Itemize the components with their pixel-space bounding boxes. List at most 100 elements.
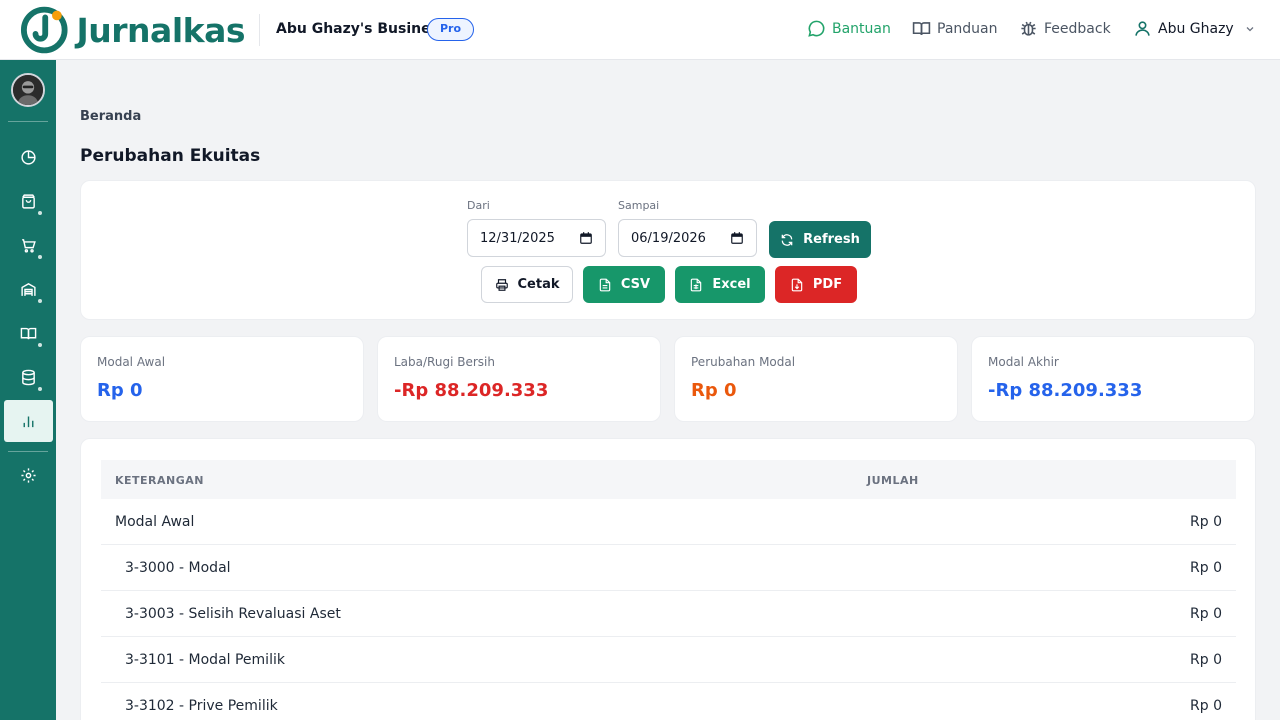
shopping-bag-icon <box>22 193 35 209</box>
refresh-icon <box>781 233 793 246</box>
feedback-link[interactable]: Feedback <box>1019 19 1111 38</box>
stat-card-opening-equity: Modal Awal Rp 0 <box>80 336 364 422</box>
book-icon <box>20 327 37 339</box>
submenu-dot <box>38 211 42 215</box>
stat-card-equity-change: Perubahan Modal Rp 0 <box>674 336 958 422</box>
table-row: 3-3003 - Selisih Revaluasi Aset Rp 0 <box>101 591 1236 637</box>
to-date-input[interactable]: 06/19/2026 <box>618 219 757 257</box>
row-amount: Rp 0 <box>1190 514 1222 530</box>
sidebar-item-master-data[interactable] <box>4 356 53 398</box>
file-text-icon <box>599 278 611 291</box>
logo-mark-icon <box>20 6 68 54</box>
printer-icon <box>495 278 508 291</box>
column-header-amount: JUMLAH <box>867 474 919 487</box>
guide-link[interactable]: Panduan <box>912 19 997 38</box>
from-date-input[interactable]: 12/31/2025 <box>467 219 606 257</box>
gear-icon <box>21 467 36 483</box>
guide-label: Panduan <box>937 20 998 37</box>
file-download-icon <box>791 278 803 291</box>
submenu-dot <box>38 387 42 391</box>
stat-label: Perubahan Modal <box>691 355 796 369</box>
stat-value: Rp 0 <box>691 380 737 401</box>
stat-value: -Rp 88.209.333 <box>988 380 1143 401</box>
row-amount: Rp 0 <box>1190 606 1222 622</box>
avatar-image-icon <box>13 75 43 105</box>
table-row: 3-3000 - Modal Rp 0 <box>101 545 1236 591</box>
sidebar-item-sales[interactable] <box>4 180 53 222</box>
from-date-label: Dari <box>467 199 490 212</box>
table-row: 3-3102 - Prive Pemilik Rp 0 <box>101 683 1236 720</box>
open-book-icon <box>912 22 931 35</box>
table-row: 3-3101 - Modal Pemilik Rp 0 <box>101 637 1236 683</box>
feedback-label: Feedback <box>1044 20 1111 37</box>
stat-value: -Rp 88.209.333 <box>394 380 549 401</box>
print-label: Cetak <box>517 277 560 292</box>
app-logo[interactable]: Jurnalkas <box>20 5 246 55</box>
user-icon <box>1135 21 1150 36</box>
row-description: 3-3101 - Modal Pemilik <box>125 652 285 668</box>
equity-table-card: KETERANGAN JUMLAH Modal Awal Rp 0 3-3000… <box>80 438 1256 720</box>
row-description: 3-3102 - Prive Pemilik <box>125 698 278 714</box>
sidebar-item-dashboard[interactable] <box>4 136 53 178</box>
table-header: KETERANGAN JUMLAH <box>101 460 1236 499</box>
to-date-value: 06/19/2026 <box>631 230 706 246</box>
row-description: Modal Awal <box>115 514 195 530</box>
stat-card-closing-equity: Modal Akhir -Rp 88.209.333 <box>971 336 1255 422</box>
stat-label: Laba/Rugi Bersih <box>394 355 495 369</box>
submenu-dot <box>38 255 42 259</box>
chevron-down-icon <box>1246 26 1254 31</box>
help-label: Bantuan <box>832 20 891 37</box>
breadcrumb[interactable]: Beranda <box>80 109 141 124</box>
cart-icon <box>22 238 36 253</box>
stat-label: Modal Akhir <box>988 355 1059 369</box>
user-menu[interactable]: Abu Ghazy <box>1133 19 1262 38</box>
row-description: 3-3003 - Selisih Revaluasi Aset <box>125 606 341 622</box>
sidebar-divider <box>8 451 48 452</box>
business-name[interactable]: Abu Ghazy's Business <box>276 21 447 37</box>
row-amount: Rp 0 <box>1190 560 1222 576</box>
calendar-icon[interactable] <box>730 231 744 245</box>
refresh-button[interactable]: Refresh <box>769 221 871 258</box>
submenu-dot <box>38 343 42 347</box>
sidebar-item-reports[interactable] <box>4 400 53 442</box>
sidebar-item-settings[interactable] <box>4 454 53 496</box>
header-divider <box>259 14 260 46</box>
chat-bubble-icon <box>808 20 825 37</box>
filter-card: Dari 12/31/2025 Sampai 06/19/2026 Refres… <box>80 180 1256 320</box>
csv-label: CSV <box>620 277 651 292</box>
sidebar-item-journal[interactable] <box>4 312 53 354</box>
bar-chart-icon <box>23 416 34 427</box>
sidebar-item-inventory[interactable] <box>4 268 53 310</box>
column-header-description: KETERANGAN <box>115 474 204 487</box>
export-excel-button[interactable]: Excel <box>675 266 765 303</box>
from-date-value: 12/31/2025 <box>480 230 555 246</box>
table-row: Modal Awal Rp 0 <box>101 499 1236 545</box>
help-link[interactable]: Bantuan <box>807 19 891 38</box>
top-header: Jurnalkas Abu Ghazy's Business Pro Bantu… <box>0 0 1280 60</box>
stat-label: Modal Awal <box>97 355 166 369</box>
calendar-icon[interactable] <box>579 231 593 245</box>
user-name: Abu Ghazy <box>1158 20 1234 37</box>
stat-card-net-income: Laba/Rugi Bersih -Rp 88.209.333 <box>377 336 661 422</box>
refresh-label: Refresh <box>803 232 860 247</box>
sidebar-item-purchases[interactable] <box>4 224 53 266</box>
row-amount: Rp 0 <box>1190 698 1222 714</box>
export-pdf-button[interactable]: PDF <box>775 266 857 303</box>
row-description: 3-3000 - Modal <box>125 560 231 576</box>
stat-value: Rp 0 <box>97 380 143 401</box>
pie-chart-icon <box>21 149 36 165</box>
to-date-label: Sampai <box>618 199 660 212</box>
pdf-label: PDF <box>812 277 843 292</box>
export-csv-button[interactable]: CSV <box>583 266 665 303</box>
avatar[interactable] <box>11 73 45 107</box>
warehouse-icon <box>21 282 36 296</box>
app-name: Jurnalkas <box>76 10 246 50</box>
row-amount: Rp 0 <box>1190 652 1222 668</box>
database-icon <box>22 369 35 385</box>
file-spreadsheet-icon <box>691 278 702 291</box>
sidebar-divider <box>8 121 48 122</box>
submenu-dot <box>38 299 42 303</box>
print-button[interactable]: Cetak <box>481 266 573 303</box>
sidebar <box>0 60 56 720</box>
bug-icon <box>1021 21 1036 36</box>
